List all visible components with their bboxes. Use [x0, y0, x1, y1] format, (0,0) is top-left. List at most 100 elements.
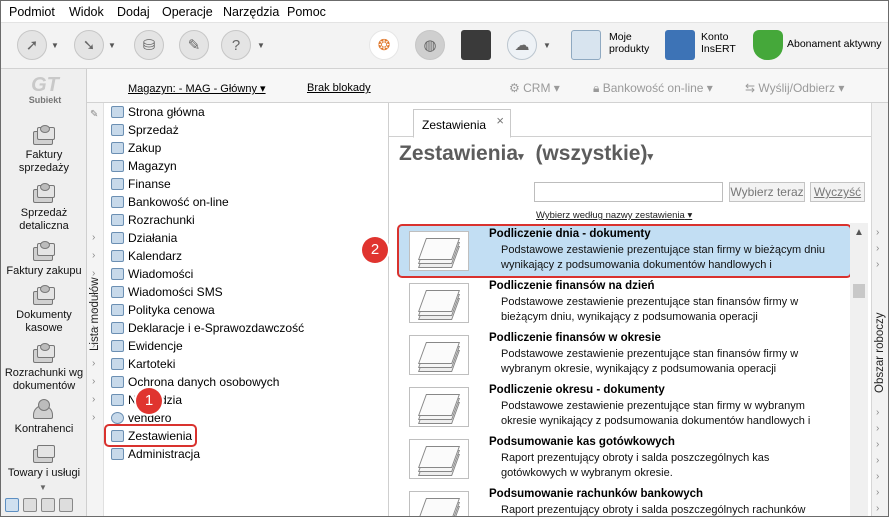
- cube-icon[interactable]: [461, 30, 491, 60]
- chevron-right-icon[interactable]: ›: [92, 373, 95, 391]
- chevron-right-icon[interactable]: ›: [876, 487, 879, 498]
- warehouse-selector[interactable]: Magazyn: - MAG - Główny ▾: [128, 82, 266, 95]
- crm-button[interactable]: ⚙ CRM ▾: [509, 81, 560, 95]
- chevron-right-icon[interactable]: ›: [876, 503, 879, 514]
- workspace-panel[interactable]: › › › Obszar roboczy › › › › › › ›: [871, 103, 888, 516]
- chevron-right-icon[interactable]: ›: [876, 423, 879, 434]
- nav-settlements[interactable]: Rozrachunki wg dokumentów: [1, 343, 87, 393]
- chevron-down-icon[interactable]: ▼: [108, 41, 116, 50]
- send-receive-button[interactable]: ⇆ Wyślij/Odbierz ▾: [745, 81, 844, 95]
- list-item[interactable]: Podliczenie okresu - dokumenty Podstawow…: [399, 381, 850, 433]
- lock-status-link[interactable]: Brak blokady: [307, 82, 371, 94]
- database-icon[interactable]: ⛁: [134, 30, 164, 60]
- receive-icon[interactable]: ➘: [74, 30, 104, 60]
- clear-button[interactable]: Wyczyść: [810, 182, 865, 202]
- help-icon[interactable]: ?: [221, 30, 251, 60]
- stack-icon[interactable]: [41, 498, 55, 512]
- list-item[interactable]: Podsumowanie rachunków bankowych Raport …: [399, 485, 850, 516]
- chevron-right-icon[interactable]: ›: [876, 439, 879, 450]
- scrollbar[interactable]: ▲: [850, 223, 868, 516]
- chevron-down-icon[interactable]: ▼: [39, 483, 47, 492]
- module-zakup[interactable]: Zakup: [97, 139, 387, 157]
- chevron-up-icon[interactable]: ▲: [854, 227, 864, 238]
- chevron-right-icon[interactable]: ›: [92, 265, 95, 283]
- chevron-right-icon[interactable]: ›: [92, 319, 95, 337]
- chevron-right-icon[interactable]: ›: [92, 301, 95, 319]
- search-input[interactable]: [534, 182, 723, 202]
- list-item[interactable]: Podliczenie finansów w okresie Podstawow…: [399, 329, 850, 381]
- view-icon[interactable]: [5, 498, 19, 512]
- tab-zestawienia[interactable]: Zestawienia ×: [413, 109, 511, 138]
- module-kalendarz[interactable]: › Kalendarz: [92, 247, 387, 265]
- chevron-right-icon[interactable]: ›: [92, 355, 95, 373]
- menu-operacje[interactable]: Operacje: [162, 5, 213, 19]
- close-icon[interactable]: ×: [496, 113, 504, 128]
- scrollbar-thumb[interactable]: [853, 284, 865, 298]
- module-rozrachunki[interactable]: Rozrachunki: [97, 211, 387, 229]
- chevron-down-icon[interactable]: ▼: [257, 41, 265, 50]
- loading-icon[interactable]: ❂: [369, 30, 399, 60]
- module-kartoteki[interactable]: › Kartoteki: [92, 355, 387, 373]
- module-administracja[interactable]: Administracja: [97, 445, 387, 463]
- nav-purchase-invoices[interactable]: Faktury zakupu: [1, 241, 87, 278]
- module-ewidencje[interactable]: › Ewidencje: [92, 337, 387, 355]
- chevron-down-icon[interactable]: ▼: [543, 41, 551, 50]
- chevron-right-icon[interactable]: ›: [92, 229, 95, 247]
- chevron-right-icon[interactable]: ›: [876, 471, 879, 482]
- sort-by-name-link[interactable]: Wybierz według nazwy zestawienia ▾: [536, 210, 692, 221]
- menu-widok[interactable]: Widok: [69, 5, 104, 19]
- select-now-button[interactable]: Wybierz teraz: [729, 182, 805, 202]
- menu-narzedzia[interactable]: Narzędzia: [223, 5, 279, 19]
- cloud-icon[interactable]: ☁: [507, 30, 537, 60]
- tools-icon: [111, 394, 124, 406]
- chevron-right-icon[interactable]: ›: [92, 409, 95, 427]
- chevron-right-icon[interactable]: ›: [876, 455, 879, 466]
- module-sprzedaz[interactable]: Sprzedaż: [97, 121, 387, 139]
- insert-account-label[interactable]: Konto InsERT: [701, 31, 736, 55]
- my-products-label[interactable]: Moje produkty: [609, 31, 649, 55]
- chevron-right-icon[interactable]: ›: [92, 337, 95, 355]
- module-dzialania[interactable]: › Działania: [92, 229, 387, 247]
- module-wiadomosci-sms[interactable]: › Wiadomości SMS: [92, 283, 387, 301]
- subscription-status[interactable]: Abonament aktywny: [787, 38, 882, 50]
- nav-cash-documents[interactable]: Dokumenty kasowe: [1, 285, 87, 335]
- menu-pomoc[interactable]: Pomoc: [287, 5, 326, 19]
- module-deklaracje[interactable]: › Deklaracje i e-Sprawozdawczość: [92, 319, 387, 337]
- module-wiadomosci[interactable]: › Wiadomości: [92, 265, 387, 283]
- chevron-right-icon[interactable]: ›: [92, 247, 95, 265]
- nav-products-services[interactable]: Towary i usługi: [1, 443, 87, 480]
- module-polityka-cenowa[interactable]: › Polityka cenowa: [92, 301, 387, 319]
- module-finanse[interactable]: Finanse: [97, 175, 387, 193]
- chevron-right-icon[interactable]: ›: [876, 407, 879, 418]
- filter-dropdown[interactable]: (wszystkie)▾: [535, 142, 653, 166]
- chevron-right-icon[interactable]: ›: [876, 227, 879, 238]
- products-icon[interactable]: [571, 30, 601, 60]
- module-ochrona-danych[interactable]: › Ochrona danych osobowych: [92, 373, 387, 391]
- nav-contractors[interactable]: Kontrahenci: [1, 399, 87, 436]
- title-dropdown[interactable]: Zestawienia▾: [399, 142, 524, 166]
- stack-icon[interactable]: [59, 498, 73, 512]
- list-item[interactable]: Podsumowanie kas gotówkowych Raport prez…: [399, 433, 850, 485]
- nav-sales-invoices[interactable]: Faktury sprzedaży: [1, 125, 87, 175]
- chevron-right-icon[interactable]: ›: [876, 243, 879, 254]
- message-icon: [111, 268, 124, 280]
- module-bankowosc[interactable]: Bankowość on-line: [97, 193, 387, 211]
- nav-retail-sales[interactable]: Sprzedaż detaliczna: [1, 183, 87, 233]
- stack-icon[interactable]: [23, 498, 37, 512]
- chevron-down-icon[interactable]: ▼: [51, 41, 59, 50]
- module-strona-glowna[interactable]: Strona główna: [97, 103, 387, 121]
- chevron-right-icon[interactable]: ›: [92, 283, 95, 301]
- banking-label: Bankowość on-line: [602, 81, 704, 95]
- menu-podmiot[interactable]: Podmiot: [9, 5, 55, 19]
- products-icon: [30, 443, 58, 465]
- menu-dodaj[interactable]: Dodaj: [117, 5, 150, 19]
- account-icon[interactable]: [665, 30, 695, 60]
- list-item[interactable]: Podliczenie finansów na dzień Podstawowe…: [399, 277, 850, 329]
- tools-icon[interactable]: ✎: [179, 30, 209, 60]
- chevron-right-icon[interactable]: ›: [92, 391, 95, 409]
- module-magazyn[interactable]: Magazyn: [97, 157, 387, 175]
- send-icon[interactable]: ➚: [17, 30, 47, 60]
- online-banking-button[interactable]: 🔒︎ Bankowość on-line ▾: [593, 81, 713, 96]
- chevron-right-icon[interactable]: ›: [876, 259, 879, 270]
- globe-icon[interactable]: ◍: [415, 30, 445, 60]
